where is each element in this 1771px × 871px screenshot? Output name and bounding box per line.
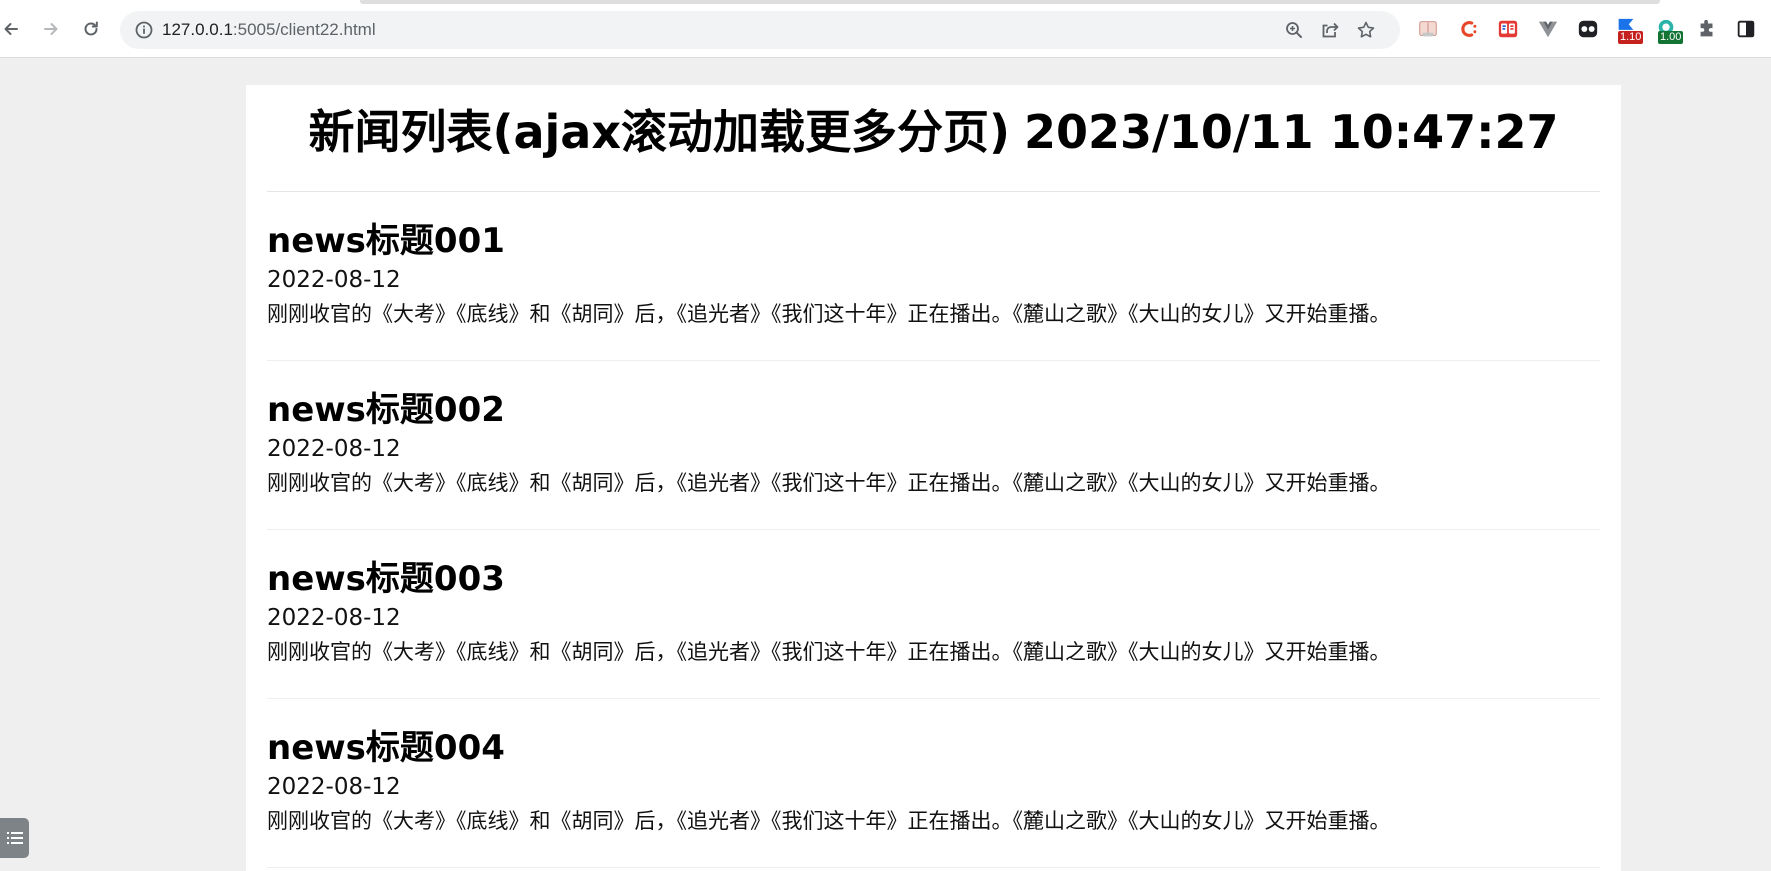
- bookmark-star-icon[interactable]: [1356, 20, 1376, 40]
- address-bar[interactable]: 127.0.0.1:5005/client22.html: [120, 11, 1400, 49]
- share-icon[interactable]: [1320, 20, 1340, 40]
- ext-book-icon[interactable]: [1416, 17, 1440, 41]
- vue-devtools-icon: [1538, 21, 1558, 38]
- news-item: news标题004 2022-08-12 刚刚收官的《大考》《底线》和《胡同》后…: [267, 699, 1600, 868]
- news-item: news标题001 2022-08-12 刚刚收官的《大考》《底线》和《胡同》后…: [267, 192, 1600, 361]
- ext-speed-icon[interactable]: 1.00: [1654, 17, 1684, 44]
- page-title-text: 新闻列表(ajax滚动加载更多分页): [308, 105, 1011, 159]
- ext-vue-icon[interactable]: [1536, 17, 1560, 41]
- forward-arrow-icon: [44, 23, 58, 35]
- url-text[interactable]: 127.0.0.1:5005/client22.html: [162, 20, 376, 40]
- news-summary: 刚刚收官的《大考》《底线》和《胡同》后，《追光者》《我们这十年》正在播出。《麓山…: [267, 639, 1391, 664]
- news-title[interactable]: news标题004: [267, 729, 1600, 767]
- news-date: 2022-08-12: [267, 774, 401, 801]
- book-icon: [1419, 21, 1437, 37]
- ext-glasses-icon[interactable]: [1576, 17, 1600, 41]
- c-logo-icon: [1461, 21, 1477, 37]
- glasses-icon: [1578, 20, 1598, 38]
- url-host: 127.0.0.1: [162, 20, 233, 39]
- back-button[interactable]: [0, 14, 26, 44]
- forward-button[interactable]: [36, 14, 66, 44]
- news-summary: 刚刚收官的《大考》《底线》和《胡同》后，《追光者》《我们这十年》正在播出。《麓山…: [267, 808, 1391, 833]
- extensions-button[interactable]: [1695, 17, 1719, 41]
- browser-toolbar: 127.0.0.1:5005/client22.html 1.10 1.00: [0, 0, 1771, 58]
- current-time: 2023/10/11 10:47:27: [1024, 105, 1559, 159]
- news-date: 2022-08-12: [267, 605, 401, 632]
- ext-fe-icon[interactable]: [1496, 17, 1520, 41]
- news-item: news标题003 2022-08-12 刚刚收官的《大考》《底线》和《胡同》后…: [267, 530, 1600, 699]
- news-list: news标题001 2022-08-12 刚刚收官的《大考》《底线》和《胡同》后…: [267, 192, 1600, 868]
- news-date: 2022-08-12: [267, 436, 401, 463]
- news-summary: 刚刚收官的《大考》《底线》和《胡同》后，《追光者》《我们这十年》正在播出。《麓山…: [267, 470, 1391, 495]
- tab-strip-edge: [360, 0, 1660, 4]
- news-item: news标题002 2022-08-12 刚刚收官的《大考》《底线》和《胡同》后…: [267, 361, 1600, 530]
- floating-menu-button[interactable]: [0, 818, 29, 858]
- news-date: 2022-08-12: [267, 267, 401, 294]
- news-summary: 刚刚收官的《大考》《底线》和《胡同》后，《追光者》《我们这十年》正在播出。《麓山…: [267, 301, 1391, 326]
- reload-icon: [84, 21, 98, 36]
- ext-speed-badge: 1.00: [1658, 31, 1684, 44]
- site-info-icon[interactable]: [134, 20, 154, 40]
- ext-c-icon[interactable]: [1456, 17, 1480, 41]
- news-title[interactable]: news标题001: [267, 222, 1600, 260]
- page-title: 新闻列表(ajax滚动加载更多分页) 2023/10/11 10:47:27: [267, 85, 1600, 192]
- ext-flag-icon[interactable]: 1.10: [1614, 17, 1644, 44]
- url-path: :5005/client22.html: [232, 20, 376, 39]
- fe-logo-icon: [1498, 20, 1518, 38]
- reload-button[interactable]: [76, 14, 106, 44]
- side-panel-button[interactable]: [1734, 17, 1758, 41]
- zoom-icon[interactable]: [1284, 20, 1304, 40]
- ext-flag-badge: 1.10: [1618, 31, 1644, 44]
- page-container: 新闻列表(ajax滚动加载更多分页) 2023/10/11 10:47:27 ne…: [246, 85, 1621, 871]
- list-menu-icon: [6, 832, 23, 844]
- puzzle-icon: [1700, 19, 1713, 37]
- news-title[interactable]: news标题003: [267, 560, 1600, 598]
- side-panel-icon: [1737, 20, 1755, 38]
- news-title[interactable]: news标题002: [267, 391, 1600, 429]
- back-arrow-icon: [4, 23, 18, 35]
